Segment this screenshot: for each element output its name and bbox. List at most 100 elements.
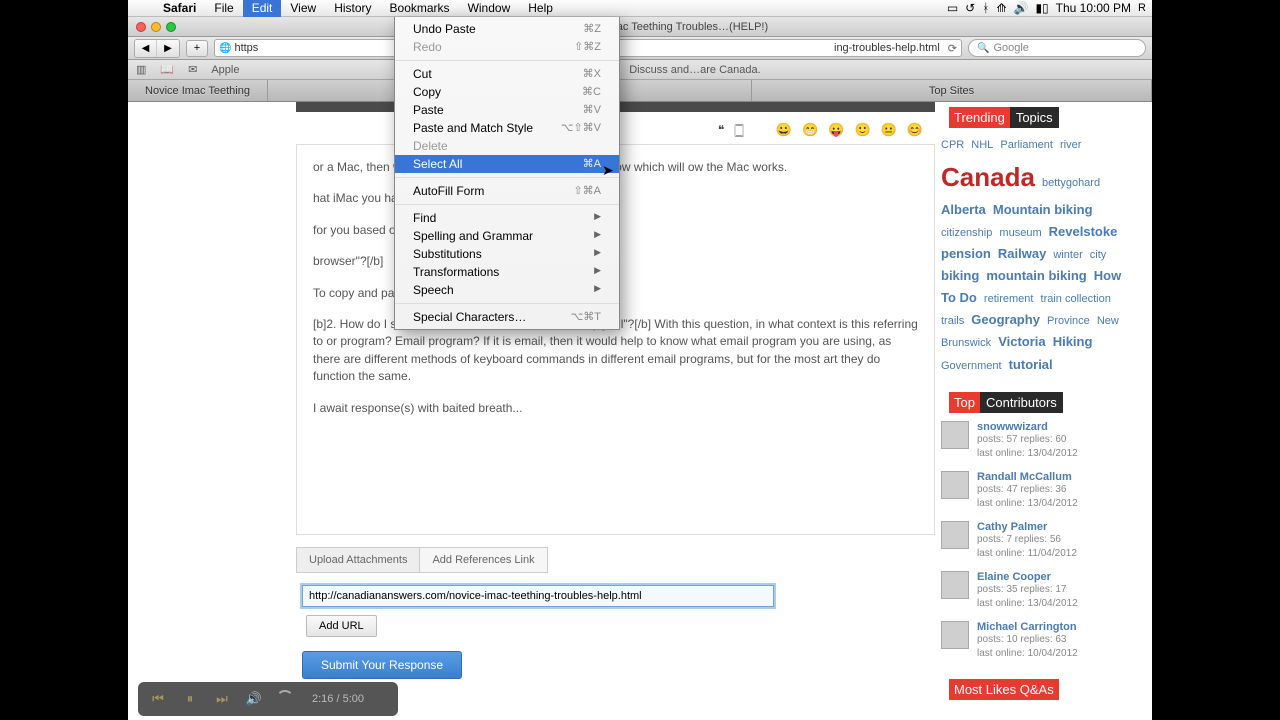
menu-item-spelling-and-grammar[interactable]: Spelling and Grammar▶: [395, 227, 619, 245]
emoji-smile-icon[interactable]: 🙂: [854, 122, 870, 138]
emoji-grin-icon[interactable]: 😀: [776, 122, 792, 138]
back-button[interactable]: ◀: [135, 40, 157, 57]
menu-window[interactable]: Window: [459, 0, 520, 17]
tag-link[interactable]: train collection: [1041, 293, 1111, 305]
timemachine-icon[interactable]: ↺: [965, 1, 975, 15]
tag-link[interactable]: Canada: [941, 162, 1035, 192]
menu-bookmarks[interactable]: Bookmarks: [381, 0, 459, 17]
tab-upload-attachments[interactable]: Upload Attachments: [296, 547, 419, 573]
menu-item-copy[interactable]: Copy⌘C: [395, 83, 619, 101]
tag-link[interactable]: CPR: [941, 139, 964, 151]
display-icon[interactable]: ▭: [947, 1, 958, 15]
zoom-icon[interactable]: [166, 22, 176, 32]
tag-link[interactable]: Hiking: [1053, 334, 1093, 349]
reference-url-input[interactable]: [302, 585, 774, 607]
volume-button[interactable]: 🔊: [244, 691, 264, 707]
menu-help[interactable]: Help: [519, 0, 562, 17]
contributor-name[interactable]: Cathy Palmer: [977, 521, 1077, 533]
tag-link[interactable]: Mountain biking: [993, 202, 1093, 217]
tag-link[interactable]: Parliament: [1000, 139, 1053, 151]
tag-link[interactable]: Geography: [971, 312, 1040, 327]
tag-link[interactable]: Province: [1047, 315, 1090, 327]
most-likes-header: Most Likes Q&As: [941, 679, 1067, 700]
tag-link[interactable]: mountain biking: [986, 268, 1086, 283]
tab-add-references[interactable]: Add References Link: [419, 547, 547, 573]
avatar[interactable]: [941, 421, 969, 449]
emoji-neutral-icon[interactable]: 😐: [881, 122, 897, 138]
tag-link[interactable]: tutorial: [1009, 357, 1053, 372]
add-bookmark-button[interactable]: +: [186, 40, 208, 57]
tag-link[interactable]: river: [1060, 139, 1081, 151]
forward-button[interactable]: ▶: [157, 40, 179, 57]
quote-icon[interactable]: ❝: [718, 123, 724, 137]
menu-edit[interactable]: Edit: [243, 0, 282, 17]
tag-link[interactable]: city: [1090, 249, 1107, 261]
menu-item-paste[interactable]: Paste⌘V: [395, 101, 619, 119]
bluetooth-icon[interactable]: ᚼ: [982, 1, 989, 15]
menu-item-substitutions[interactable]: Substitutions▶: [395, 245, 619, 263]
contributor-name[interactable]: snowwwizard: [977, 421, 1078, 433]
tag-link[interactable]: bettygohard: [1042, 177, 1100, 189]
menu-item-find[interactable]: Find▶: [395, 209, 619, 227]
menu-file[interactable]: File: [205, 0, 242, 17]
menu-item-select-all[interactable]: Select All⌘A: [395, 155, 619, 173]
next-button[interactable]: ⏭: [212, 691, 232, 707]
add-url-button[interactable]: Add URL: [306, 615, 377, 637]
tag-link[interactable]: museum: [999, 227, 1041, 239]
tag-link[interactable]: winter: [1053, 249, 1082, 261]
avatar[interactable]: [941, 521, 969, 549]
contributor-name[interactable]: Michael Carrington: [977, 621, 1078, 633]
app-name[interactable]: Safari: [154, 1, 205, 15]
tag-link[interactable]: citizenship: [941, 227, 992, 239]
tag-cloud: CPR NHL Parliament river Canada bettygoh…: [941, 136, 1130, 376]
tag-link[interactable]: Alberta: [941, 202, 986, 217]
menu-history[interactable]: History: [325, 0, 380, 17]
tag-link[interactable]: retirement: [984, 293, 1034, 305]
menu-item-special-characters-[interactable]: Special Characters…⌥⌘T: [395, 308, 619, 326]
avatar[interactable]: [941, 571, 969, 599]
menu-item-speech[interactable]: Speech▶: [395, 281, 619, 299]
tag-link[interactable]: pension: [941, 246, 991, 261]
tab[interactable]: Novice Imac Teething: [128, 80, 268, 101]
menu-item-transformations[interactable]: Transformations▶: [395, 263, 619, 281]
menu-item-undo-paste[interactable]: Undo Paste⌘Z: [395, 20, 619, 38]
share-icon[interactable]: ✉: [188, 63, 197, 76]
menu-item-autofill-form[interactable]: AutoFill Form⇧⌘A: [395, 182, 619, 200]
avatar[interactable]: [941, 471, 969, 499]
tag-link[interactable]: biking: [941, 268, 979, 283]
menu-item-paste-and-match-style[interactable]: Paste and Match Style⌥⇧⌘V: [395, 119, 619, 137]
clock[interactable]: Thu 10:00 PM: [1056, 1, 1131, 15]
image-icon[interactable]: 🀆: [734, 123, 744, 138]
submit-button[interactable]: Submit Your Response: [302, 651, 462, 679]
bookmark-item[interactable]: Discuss and…are Canada.: [629, 64, 760, 76]
tag-link[interactable]: Government: [941, 360, 1002, 372]
tag-link[interactable]: NHL: [971, 139, 993, 151]
pause-button[interactable]: ⏸: [180, 691, 200, 707]
reading-list-icon[interactable]: 📖: [160, 63, 174, 76]
volume-icon[interactable]: 🔊: [1014, 1, 1029, 15]
tag-link[interactable]: trails: [941, 315, 964, 327]
avatar[interactable]: [941, 621, 969, 649]
emoji-happy-icon[interactable]: 😊: [907, 122, 923, 138]
user-initial[interactable]: R: [1138, 2, 1146, 14]
tab[interactable]: Top Sites: [752, 80, 1152, 101]
search-field[interactable]: 🔍 Google: [968, 39, 1146, 57]
bookmarks-icon[interactable]: ▥: [136, 63, 146, 76]
close-icon[interactable]: [136, 22, 146, 32]
contributor-stats: posts: 7 replies: 56: [977, 533, 1077, 547]
prev-button[interactable]: ⏮: [148, 691, 168, 707]
reload-icon[interactable]: ⟳: [948, 42, 957, 55]
wifi-icon[interactable]: ⟰: [996, 1, 1006, 15]
battery-icon[interactable]: ▮▯: [1035, 1, 1048, 15]
emoji-laugh-icon[interactable]: 😁: [802, 122, 818, 138]
bookmark-item[interactable]: Apple: [211, 64, 239, 76]
tag-link[interactable]: Victoria: [998, 334, 1045, 349]
emoji-tongue-icon[interactable]: 😛: [828, 122, 844, 138]
contributor-name[interactable]: Elaine Cooper: [977, 571, 1078, 583]
contributor-name[interactable]: Randall McCallum: [977, 471, 1078, 483]
minimize-icon[interactable]: [151, 22, 161, 32]
tag-link[interactable]: Revelstoke: [1049, 224, 1118, 239]
menu-view[interactable]: View: [281, 0, 325, 17]
tag-link[interactable]: Railway: [998, 246, 1046, 261]
menu-item-cut[interactable]: Cut⌘X: [395, 65, 619, 83]
